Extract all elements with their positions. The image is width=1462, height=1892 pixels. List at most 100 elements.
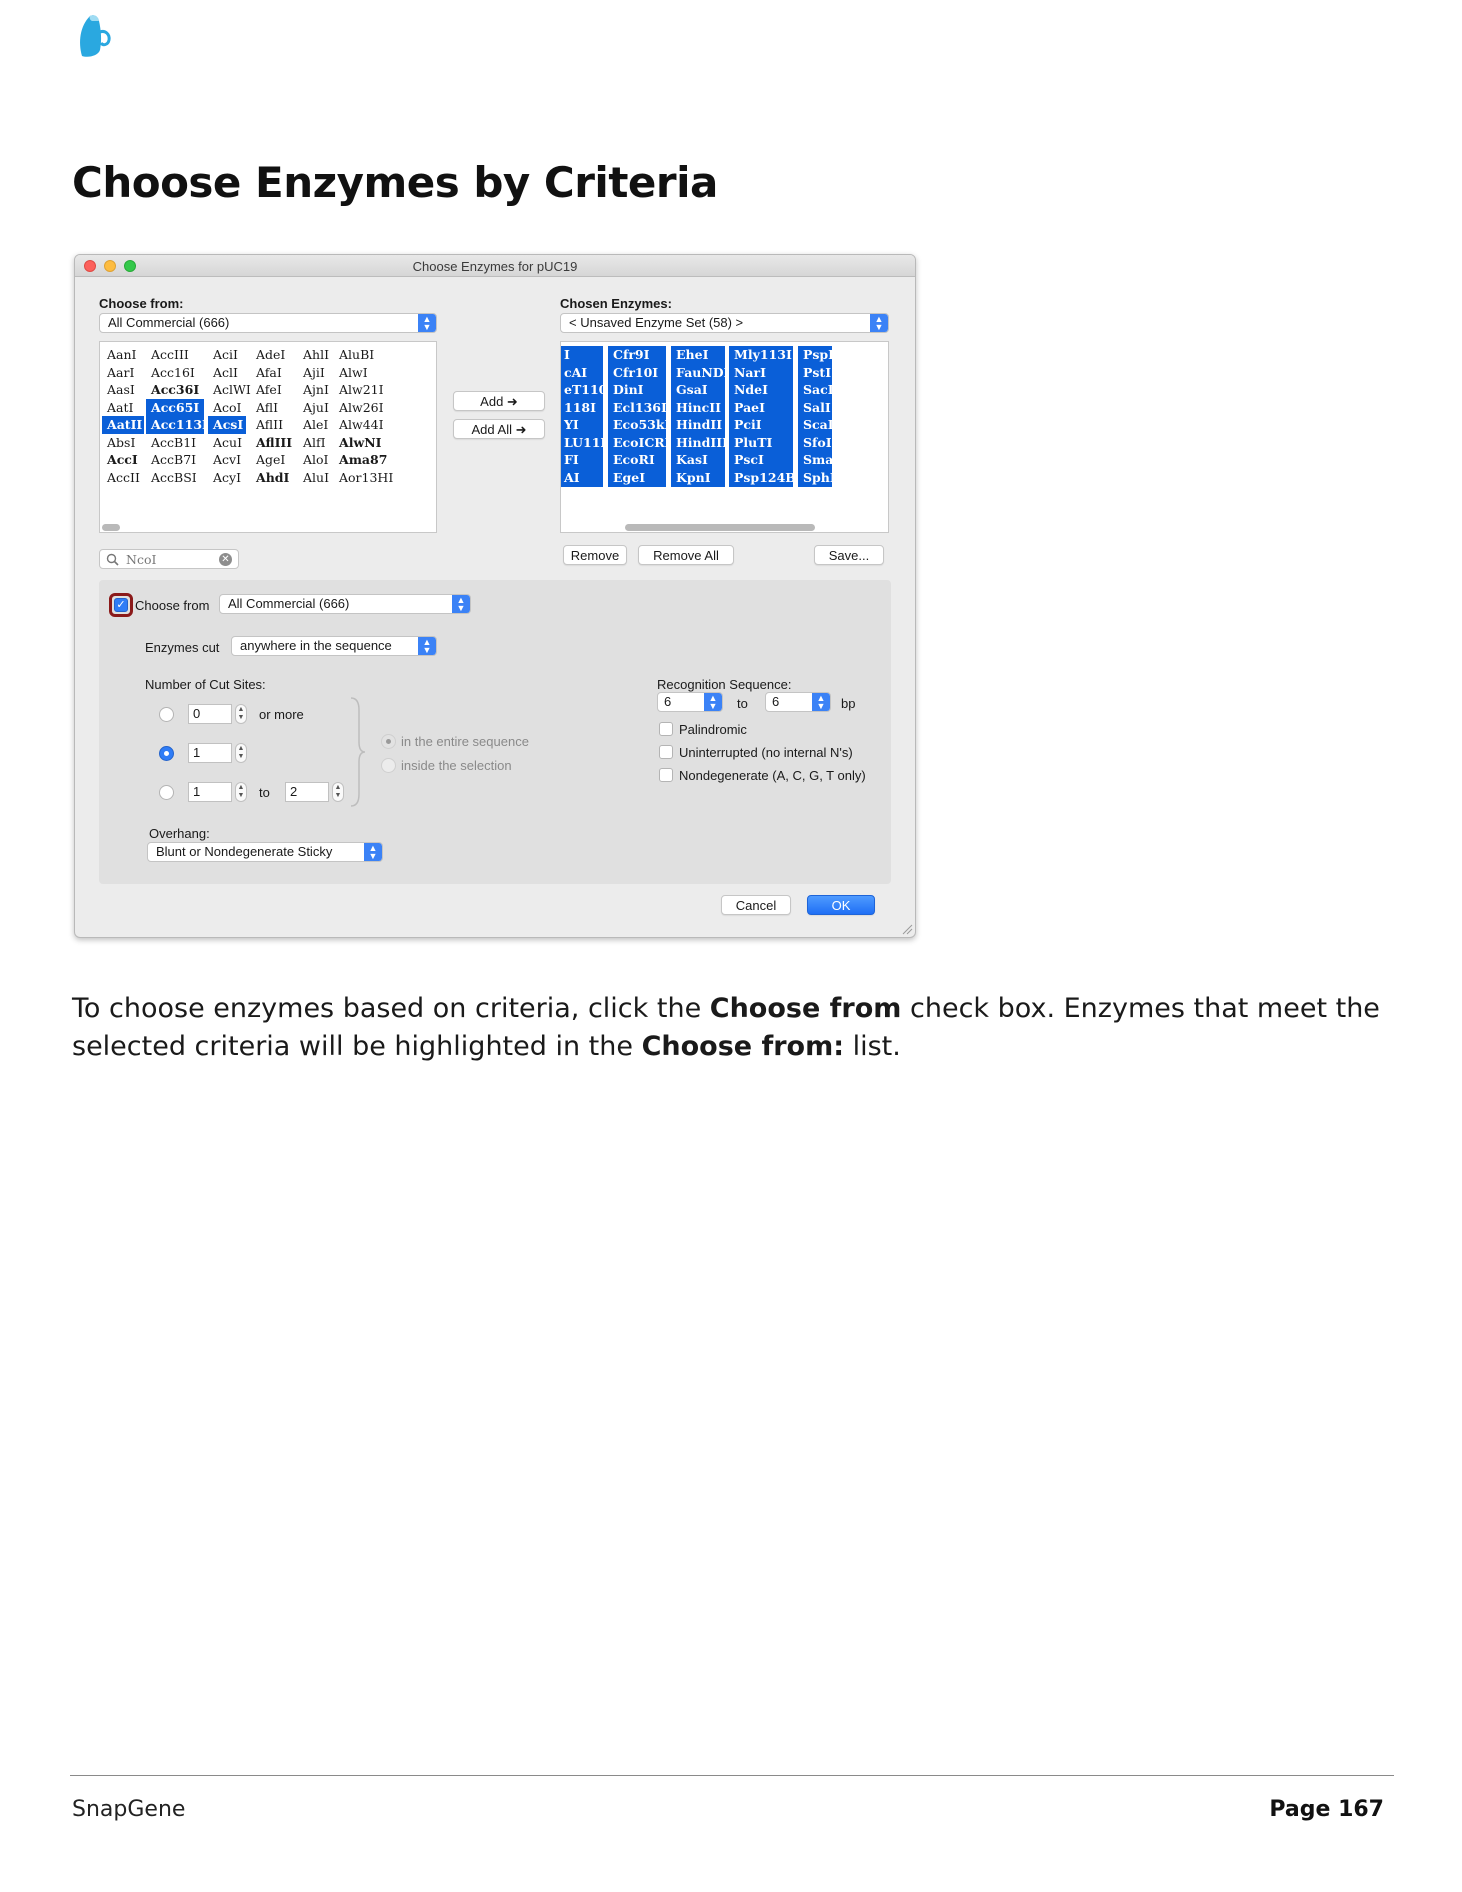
choose-list-item[interactable]: AfeI [251,381,295,399]
chosen-list-item[interactable]: cAI [561,363,603,382]
palindromic-checkbox[interactable] [659,722,673,736]
cut-sites-min-stepper[interactable]: ▲ ▼ [235,704,247,724]
cancel-button[interactable]: Cancel [721,895,791,915]
choose-list-item[interactable]: Acc113I [146,416,208,434]
chosen-list-item[interactable]: HindII [671,416,725,434]
choose-list-item[interactable]: AflI [251,399,295,417]
cut-sites-min-field[interactable]: 0 [188,704,232,724]
chosen-list-item[interactable]: GsaI [671,381,725,399]
choose-list-item[interactable]: AanI [102,346,144,364]
chosen-list-item[interactable]: EgeI [608,468,666,487]
chosen-list-item[interactable]: HincII [671,398,725,417]
choose-list-item[interactable]: AccII [102,469,144,487]
enzyme-search-field[interactable]: NcoI ✕ [99,549,239,569]
cut-sites-exact-field[interactable]: 1 [188,743,232,763]
cut-sites-exact-radio[interactable] [159,746,174,761]
choose-list-item[interactable]: Alw26I [334,399,394,417]
choose-list-item[interactable]: AjiI [298,364,332,382]
choose-list-item[interactable]: AflIII [251,434,295,452]
chosen-list-item[interactable]: SfoI [798,433,832,452]
choose-list-item[interactable]: AcyI [208,469,246,487]
chosen-list-item[interactable]: AI [561,468,603,487]
chosen-enzymes-list[interactable]: I Cfr9I EheI Mly113I PspFI cAI Cfr10I FauNDI Nar… [560,341,889,533]
choose-list-item[interactable]: AccB7I [146,451,204,469]
chosen-list-item[interactable]: SacI [798,381,834,399]
choose-list-item[interactable]: Alw21I [334,381,394,399]
clear-search-icon[interactable]: ✕ [219,553,232,566]
chosen-list-item[interactable]: PciI [729,416,793,434]
chosen-list-item[interactable]: eT110I [561,381,613,399]
choose-list-item[interactable]: AjuI [298,399,332,417]
chosen-list-item[interactable]: Ecl136II [608,398,673,417]
choose-list-scrollbar[interactable] [102,524,120,531]
choose-list-item[interactable]: AatI [102,399,144,417]
cut-sites-exact-stepper[interactable]: ▲ ▼ [235,743,247,763]
chosen-list-item[interactable]: SmaI [798,451,839,469]
chosen-list-item[interactable]: KpnI [671,468,725,487]
choose-list-item[interactable]: AlfI [298,434,332,452]
choose-list-item[interactable]: AloI [298,451,332,469]
enzymes-cut-popup[interactable]: anywhere in the sequence ▲ ▼ [231,636,437,656]
chosen-list-item[interactable]: LU11I [561,433,606,452]
chosen-list-item[interactable]: I [561,346,603,364]
chosen-list-item[interactable]: EcoRI [608,451,666,469]
chosen-list-item[interactable]: PspFI [798,346,843,364]
choose-list-item[interactable]: AclI [208,364,246,382]
choose-list-item[interactable]: AccI [102,451,144,469]
chosen-list-item[interactable]: PaeI [729,398,793,417]
rec-max-popup[interactable]: 6 ▲ ▼ [765,692,831,712]
choose-list-item[interactable]: AjnI [298,381,332,399]
choose-list-item[interactable]: AhlI [298,346,332,364]
chosen-list-item[interactable]: FI [561,451,603,469]
choose-list-item[interactable]: AlwNI [334,434,394,452]
choose-list-item[interactable]: Aor13HI [334,469,394,487]
choose-list-item[interactable]: AcsI [208,416,246,434]
chosen-list-item[interactable]: Cfr10I [608,363,666,382]
chosen-list-item[interactable]: NdeI [729,381,793,399]
choose-from-list[interactable]: AanI AccIII AciI AdeI AhlI AluBI AarI Acc16I Acl… [99,341,437,533]
choose-list-item[interactable]: AlwI [334,364,394,382]
scope-entire-radio[interactable] [381,734,396,749]
cut-sites-range-to-field[interactable]: 2 [285,782,329,802]
choose-list-item[interactable]: AasI [102,381,144,399]
chosen-list-item[interactable]: FauNDI [671,363,730,382]
choose-list-item[interactable]: AccBSI [146,469,204,487]
remove-button[interactable]: Remove [563,545,627,565]
choose-list-item[interactable]: AflII [251,416,295,434]
choose-list-item[interactable]: AatII [102,416,144,434]
choose-list-item[interactable]: AluBI [334,346,394,364]
uninterrupted-checkbox[interactable] [659,745,673,759]
scope-selection-radio[interactable] [381,758,396,773]
cut-sites-range-from-field[interactable]: 1 [188,782,232,802]
chosen-list-item[interactable]: EheI [671,346,725,364]
chosen-list-item[interactable]: Cfr9I [608,346,666,364]
choose-list-item[interactable]: AcuI [208,434,246,452]
resize-grip-icon[interactable] [901,923,913,935]
add-all-button[interactable]: Add All ➜ [453,419,545,439]
cut-sites-range-radio[interactable] [159,785,174,800]
choose-list-item[interactable]: AccB1I [146,434,204,452]
ok-button[interactable]: OK [807,895,875,915]
overhang-popup[interactable]: Blunt or Nondegenerate Sticky ▲ ▼ [147,842,383,862]
choose-list-item[interactable]: AdeI [251,346,295,364]
choose-list-item[interactable]: Acc65I [146,398,204,417]
chosen-enzymes-popup[interactable]: < Unsaved Enzyme Set (58) > ▲ ▼ [560,313,889,333]
choose-list-item[interactable]: AfaI [251,364,295,382]
choose-from-popup[interactable]: All Commercial (666) ▲ ▼ [99,313,437,333]
choose-list-item[interactable]: AccIII [146,346,204,364]
remove-all-button[interactable]: Remove All [638,545,734,565]
choose-list-item[interactable]: AhdI [251,469,295,487]
chosen-list-scrollbar[interactable] [625,524,815,531]
choose-list-item[interactable]: AleI [298,416,332,434]
choose-from-checkbox[interactable]: ✓ [114,598,128,612]
chosen-list-item[interactable]: SphI [798,468,836,487]
choose-list-item[interactable]: AcoI [208,399,246,417]
choose-list-item[interactable]: AbsI [102,434,144,452]
save-button[interactable]: Save... [814,545,884,565]
chosen-list-item[interactable]: PstI [798,363,832,382]
criteria-set-popup[interactable]: All Commercial (666) ▲ ▼ [219,594,471,614]
chosen-list-item[interactable]: NarI [729,363,793,382]
chosen-list-item[interactable]: EcoICRI [608,433,671,452]
chosen-list-item[interactable]: PluTI [729,433,793,452]
chosen-list-item[interactable]: DinI [608,381,666,399]
